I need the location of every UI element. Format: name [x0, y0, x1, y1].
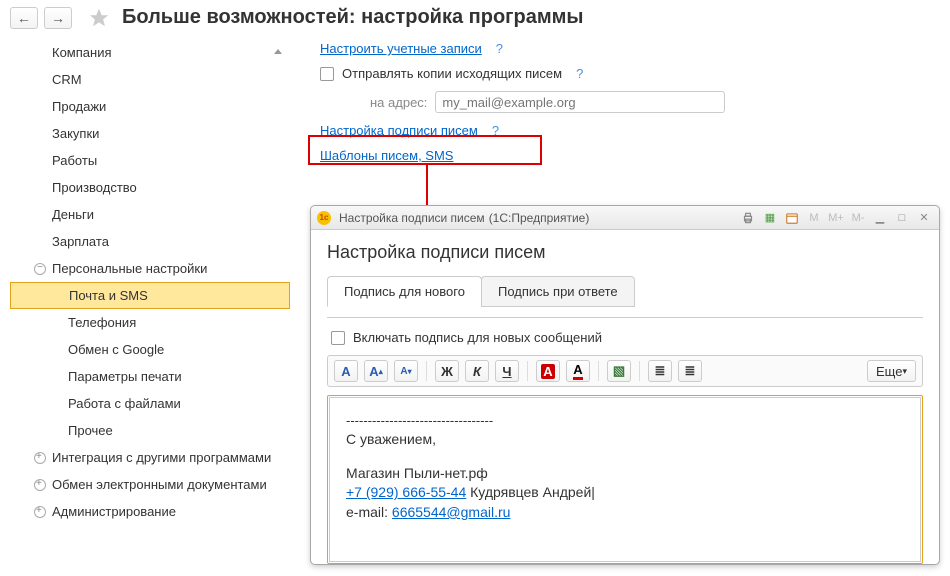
sidebar-item-company[interactable]: Компания	[10, 39, 290, 66]
nav-forward-button[interactable]: →	[44, 7, 72, 29]
close-button[interactable]: ✕	[915, 210, 933, 226]
sidebar-item-integration[interactable]: Интеграция с другими программами	[10, 444, 290, 471]
page-title: Больше возможностей: настройка программы	[122, 6, 584, 29]
address-input[interactable]	[435, 91, 725, 113]
address-label: на адрес:	[370, 95, 427, 110]
sidebar-item-salary[interactable]: Зарплата	[10, 228, 290, 255]
email-label: e-mail:	[346, 504, 388, 520]
sidebar-item-personal-settings[interactable]: Персональные настройки	[10, 255, 290, 282]
send-copies-checkbox[interactable]	[320, 67, 334, 81]
sidebar-item-files[interactable]: Работа с файлами	[10, 390, 290, 417]
bg-color-button[interactable]: A	[536, 360, 560, 382]
sidebar-item-money[interactable]: Деньги	[10, 201, 290, 228]
separator-line: ----------------------------------	[346, 412, 904, 430]
font-button[interactable]: A	[334, 360, 358, 382]
cursor-caret: |	[591, 484, 595, 500]
sidebar-item-google-sync[interactable]: Обмен с Google	[10, 336, 290, 363]
dialog-title: Настройка подписи писем	[339, 211, 485, 225]
m-minus-button[interactable]: M-	[849, 210, 867, 226]
font-size-up-button[interactable]: A▴	[364, 360, 388, 382]
text-color-button[interactable]: A	[566, 360, 590, 382]
regards-text: С уважением,	[346, 430, 904, 450]
send-copies-label: Отправлять копии исходящих писем	[342, 66, 562, 81]
font-size-down-button[interactable]: A▾	[394, 360, 418, 382]
sidebar-item-administration[interactable]: Администрирование	[10, 498, 290, 525]
dialog-title-suffix: (1С:Предприятие)	[489, 211, 590, 225]
configure-accounts-link[interactable]: Настроить учетные записи	[320, 41, 482, 56]
sidebar-item-telephony[interactable]: Телефония	[10, 309, 290, 336]
bullet-list-button[interactable]: ≣	[648, 360, 672, 382]
insert-image-button[interactable]: ▧	[607, 360, 631, 382]
tab-reply-signature[interactable]: Подпись при ответе	[481, 276, 635, 307]
company-text: Магазин Пыли-нет.рф	[346, 464, 904, 484]
include-signature-checkbox[interactable]	[331, 331, 345, 345]
sidebar-item-other[interactable]: Прочее	[10, 417, 290, 444]
star-icon[interactable]	[88, 7, 110, 29]
calendar-icon[interactable]	[783, 210, 801, 226]
phone-link[interactable]: +7 (929) 666-55-44	[346, 484, 466, 500]
sidebar-item-purchases[interactable]: Закупки	[10, 120, 290, 147]
nav-back-button[interactable]: ←	[10, 7, 38, 29]
sidebar-item-jobs[interactable]: Работы	[10, 147, 290, 174]
grid-icon[interactable]: ▦	[761, 210, 779, 226]
tab-strip: Подпись для нового Подпись при ответе	[327, 275, 923, 306]
italic-button[interactable]: К	[465, 360, 489, 382]
numbered-list-button[interactable]: ≣	[678, 360, 702, 382]
dialog-titlebar[interactable]: 1c Настройка подписи писем (1С:Предприят…	[311, 206, 939, 230]
sidebar: Компания CRM Продажи Закупки Работы Прои…	[10, 35, 290, 529]
maximize-button[interactable]: □	[893, 210, 911, 226]
app-1c-icon: 1c	[317, 211, 331, 225]
editor-frame: ---------------------------------- С ува…	[327, 395, 923, 564]
editor-toolbar: A A▴ A▾ Ж К Ч A A ▧ ≣ ≣ Еще ▾	[327, 355, 923, 387]
help-icon[interactable]: ?	[496, 41, 503, 56]
sidebar-item-sales[interactable]: Продажи	[10, 93, 290, 120]
more-button[interactable]: Еще ▾	[867, 360, 916, 382]
tab-new-signature[interactable]: Подпись для нового	[327, 276, 482, 307]
minimize-button[interactable]: ▁	[871, 210, 889, 226]
help-icon[interactable]: ?	[576, 66, 583, 81]
signature-dialog: 1c Настройка подписи писем (1С:Предприят…	[310, 205, 940, 565]
help-icon[interactable]: ?	[492, 123, 499, 138]
underline-button[interactable]: Ч	[495, 360, 519, 382]
email-link[interactable]: 6665544@gmail.ru	[392, 504, 511, 520]
m-button[interactable]: M	[805, 210, 823, 226]
sidebar-item-edoc-exchange[interactable]: Обмен электронными документами	[10, 471, 290, 498]
sidebar-item-production[interactable]: Производство	[10, 174, 290, 201]
sidebar-item-print-params[interactable]: Параметры печати	[10, 363, 290, 390]
dialog-heading: Настройка подписи писем	[327, 242, 923, 263]
signature-settings-link[interactable]: Настройка подписи писем	[320, 123, 478, 138]
include-signature-label: Включать подпись для новых сообщений	[353, 330, 602, 345]
sidebar-item-crm[interactable]: CRM	[10, 66, 290, 93]
templates-link[interactable]: Шаблоны писем, SMS	[320, 148, 453, 163]
bold-button[interactable]: Ж	[435, 360, 459, 382]
m-plus-button[interactable]: M+	[827, 210, 845, 226]
print-icon[interactable]	[739, 210, 757, 226]
signature-editor[interactable]: ---------------------------------- С ува…	[329, 397, 921, 562]
sidebar-item-mail-sms[interactable]: Почта и SMS	[10, 282, 290, 309]
